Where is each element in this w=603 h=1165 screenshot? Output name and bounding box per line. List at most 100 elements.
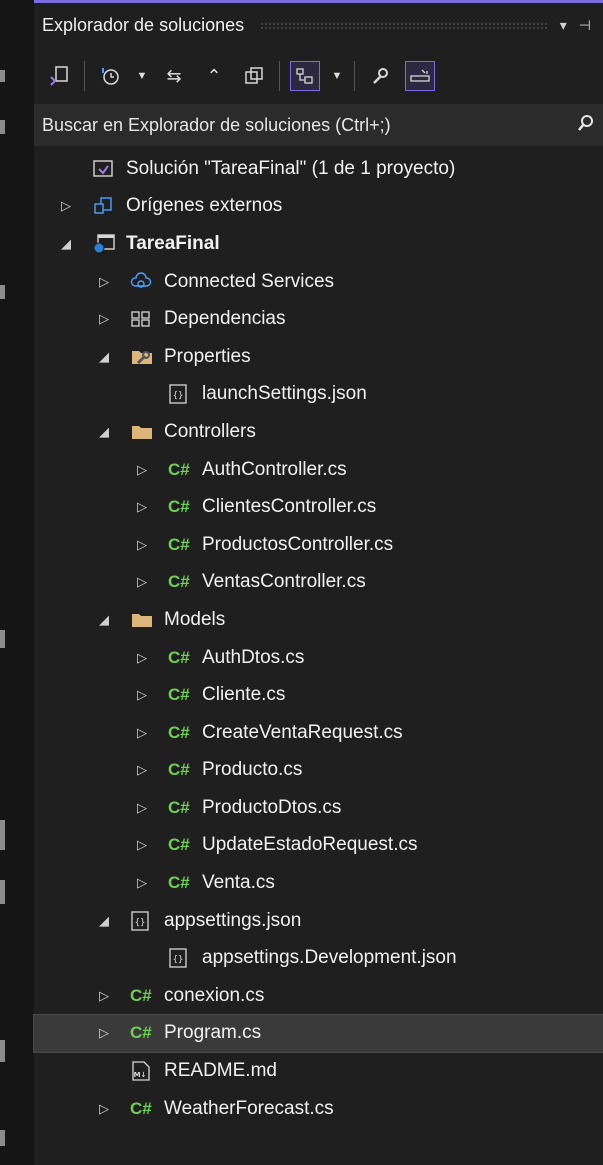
collapsed-arrow-icon[interactable]: ▷ [94,274,114,290]
tree-item-label: AuthDtos.cs [202,646,305,668]
folder-icon [130,422,164,442]
collapsed-arrow-icon[interactable]: ▷ [132,687,152,703]
tree-item-label: AuthController.cs [202,458,347,480]
tree-item[interactable]: ◢ Controllers [34,413,603,451]
tree-item[interactable]: ▷ C# AuthDtos.cs [34,639,603,677]
tree-item-label: ProductoDtos.cs [202,796,342,818]
expanded-arrow-icon[interactable]: ◢ [94,913,114,929]
collapsed-arrow-icon[interactable]: ▷ [94,1101,114,1117]
solution-tree: Solución "TareaFinal" (1 de 1 proyecto) ▷… [33,146,603,1128]
tree-item[interactable]: ▷ C# ProductosController.cs [34,526,603,564]
csharp-file-icon: C# [168,797,190,817]
tree-item[interactable]: ▷ C# VentasController.cs [34,564,603,602]
chevron-down-icon[interactable]: ▼ [330,61,344,91]
drag-grip[interactable] [260,21,548,30]
csharp-file-icon: C# [168,722,190,742]
properties-wrench-icon[interactable] [365,61,395,91]
tree-item[interactable]: ▷ C# WeatherForecast.cs [34,1090,603,1128]
tree-item[interactable]: ◢ Properties [34,338,603,376]
tree-item-label: ClientesController.cs [202,496,377,518]
collapsed-arrow-icon[interactable]: ▷ [94,988,114,1004]
collapsed-arrow-icon[interactable]: ▷ [132,650,152,666]
collapse-all-icon[interactable]: ⌃ [199,61,229,91]
tree-item-label: Dependencias [164,308,286,330]
tree-item[interactable]: ▷ Orígenes externos [34,188,603,226]
csharp-file-icon: C# [168,647,190,667]
csharp-file-icon: C# [168,497,190,517]
tree-item-label: Producto.cs [202,759,303,781]
collapsed-arrow-icon[interactable]: ▷ [132,537,152,553]
tree-item[interactable]: Solución "TareaFinal" (1 de 1 proyecto) [34,150,603,188]
tree-item[interactable]: ▷ C# conexion.cs [34,977,603,1015]
expanded-arrow-icon[interactable]: ◢ [94,349,114,365]
web-project-icon [92,233,126,255]
switch-views-icon[interactable] [44,61,74,91]
sync-icon[interactable]: ⇆ [159,61,189,91]
tree-item[interactable]: ◢ {} appsettings.json [34,902,603,940]
tree-item[interactable]: ▷ Connected Services [34,263,603,301]
svg-text:{}: {} [135,918,146,928]
copy-icon[interactable] [239,61,269,91]
tree-item[interactable]: ▷ C# CreateVentaRequest.cs [34,714,603,752]
markdown-file-icon: M↓ [130,1060,164,1082]
window-position-dropdown-icon[interactable]: ▾ [560,17,567,34]
tree-item-label: Cliente.cs [202,684,286,706]
collapsed-arrow-icon[interactable]: ▷ [132,499,152,515]
collapsed-arrow-icon[interactable]: ▷ [56,198,76,214]
csharp-file-icon: C# [168,873,190,893]
tree-item[interactable]: ▷ C# ProductoDtos.cs [34,789,603,827]
tree-item[interactable]: ◢ Models [34,601,603,639]
collapsed-arrow-icon[interactable]: ▷ [132,762,152,778]
dependencies-icon [130,309,164,329]
tree-item-label: Venta.cs [202,872,275,894]
tree-item-label: TareaFinal [126,232,220,254]
tree-item[interactable]: ▷ C# Producto.cs [34,752,603,790]
tree-item-label: UpdateEstadoRequest.cs [202,834,418,856]
collapsed-arrow-icon[interactable]: ▷ [132,875,152,891]
tree-item[interactable]: ▷ C# Venta.cs [34,864,603,902]
panel-title: Explorador de soluciones [42,15,245,35]
solution-explorer-window: Explorador de soluciones ▾ ⊣ ▼ ⇆ ⌃ ▼ Bus… [0,0,603,1165]
tree-item-label: Controllers [164,420,256,442]
show-all-files-icon[interactable] [290,61,320,91]
collapsed-arrow-icon[interactable]: ▷ [94,311,114,327]
collapsed-arrow-icon[interactable]: ▷ [132,725,152,741]
csharp-file-icon: C# [168,572,190,592]
tree-item[interactable]: ▷ C# Program.cs [33,1013,603,1054]
csharp-file-icon: C# [168,534,190,554]
expanded-arrow-icon[interactable]: ◢ [94,424,114,440]
expanded-arrow-icon[interactable]: ◢ [56,236,76,252]
collapsed-arrow-icon[interactable]: ▷ [132,800,152,816]
collapsed-arrow-icon[interactable]: ▷ [132,462,152,478]
csharp-file-icon: C# [130,1023,152,1043]
tree-item[interactable]: ▷ Dependencias [34,300,603,338]
collapsed-arrow-icon[interactable]: ▷ [132,837,152,853]
search-box[interactable]: Buscar en Explorador de soluciones (Ctrl… [34,104,603,146]
tree-item[interactable]: {} appsettings.Development.json [34,939,603,977]
collapsed-arrow-icon[interactable]: ▷ [132,574,152,590]
expanded-arrow-icon[interactable]: ◢ [94,612,114,628]
preview-selected-icon[interactable] [405,61,435,91]
history-icon[interactable] [95,61,125,91]
tree-item[interactable]: ▷ C# Cliente.cs [34,676,603,714]
tree-item-label: WeatherForecast.cs [164,1097,334,1119]
auto-hide-pin-icon[interactable]: ⊣ [579,17,591,34]
panel-titlebar[interactable]: Explorador de soluciones ▾ ⊣ [34,0,603,48]
tree-item[interactable]: {} launchSettings.json [34,376,603,414]
tree-item[interactable]: ▷ C# ClientesController.cs [34,488,603,526]
csharp-file-icon: C# [168,685,190,705]
collapsed-arrow-icon[interactable]: ▷ [94,1025,114,1041]
search-icon[interactable] [577,114,595,137]
gutter-marker [0,120,5,134]
tree-item[interactable]: ◢ TareaFinal [34,225,603,263]
csharp-file-icon: C# [130,1098,152,1118]
tree-item[interactable]: M↓ README.md [34,1052,603,1090]
tree-item-label: Connected Services [164,270,335,292]
search-input[interactable]: Buscar en Explorador de soluciones (Ctrl… [42,115,577,136]
toolbar-separator [354,61,355,91]
chevron-down-icon[interactable]: ▼ [135,61,149,91]
tree-item[interactable]: ▷ C# AuthController.cs [34,451,603,489]
svg-text:M↓: M↓ [134,1071,147,1079]
tree-item[interactable]: ▷ C# UpdateEstadoRequest.cs [34,827,603,865]
json-file-icon: {} [168,947,202,969]
